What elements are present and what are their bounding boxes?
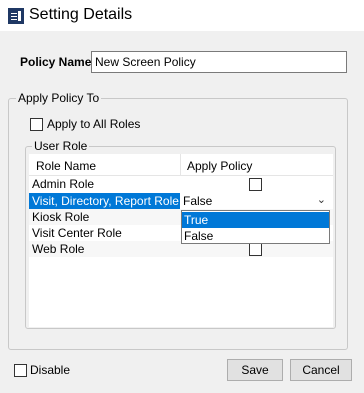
table-row[interactable]: Visit, Directory, Report Role False ⌄: [29, 193, 333, 209]
title-bar: Setting Details: [0, 0, 364, 31]
chevron-down-icon[interactable]: ⌄: [317, 193, 326, 206]
window-title: Setting Details: [29, 6, 133, 23]
role-table: Admin Role Visit, Directory, Report Role…: [29, 176, 333, 327]
role-name: Visit, Directory, Report Role: [32, 194, 179, 208]
apply-all-roles-checkbox[interactable]: [30, 118, 43, 131]
apply-policy-dropdown[interactable]: False ⌄: [181, 193, 332, 209]
dropdown-option-true[interactable]: True: [182, 212, 329, 228]
apply-policy-checkbox[interactable]: [249, 178, 262, 191]
cancel-button[interactable]: Cancel: [290, 359, 352, 381]
user-role-group-title: User Role: [32, 139, 90, 153]
column-divider: [180, 154, 181, 176]
save-button[interactable]: Save: [227, 359, 283, 381]
app-icon: [8, 8, 24, 24]
role-table-header: Role Name Apply Policy: [29, 154, 333, 176]
role-name: Web Role: [32, 242, 85, 256]
role-name: Visit Center Role: [32, 226, 122, 240]
role-name: Admin Role: [32, 177, 95, 191]
policy-name-input[interactable]: New Screen Policy: [91, 51, 347, 73]
column-apply-policy[interactable]: Apply Policy: [187, 159, 252, 173]
dropdown-option-false[interactable]: False: [182, 228, 329, 244]
policy-name-label: Policy Name: [20, 55, 92, 69]
apply-all-roles-label: Apply to All Roles: [47, 117, 141, 131]
disable-checkbox[interactable]: [14, 364, 27, 377]
apply-policy-checkbox[interactable]: [249, 243, 262, 256]
apply-policy-group-title: Apply Policy To: [16, 91, 102, 105]
disable-label: Disable: [30, 363, 71, 377]
apply-policy-options-list: True False: [181, 210, 330, 244]
dropdown-value: False: [183, 194, 213, 208]
column-role-name[interactable]: Role Name: [36, 159, 96, 173]
role-name: Kiosk Role: [32, 210, 90, 224]
table-row[interactable]: Admin Role: [29, 176, 333, 192]
